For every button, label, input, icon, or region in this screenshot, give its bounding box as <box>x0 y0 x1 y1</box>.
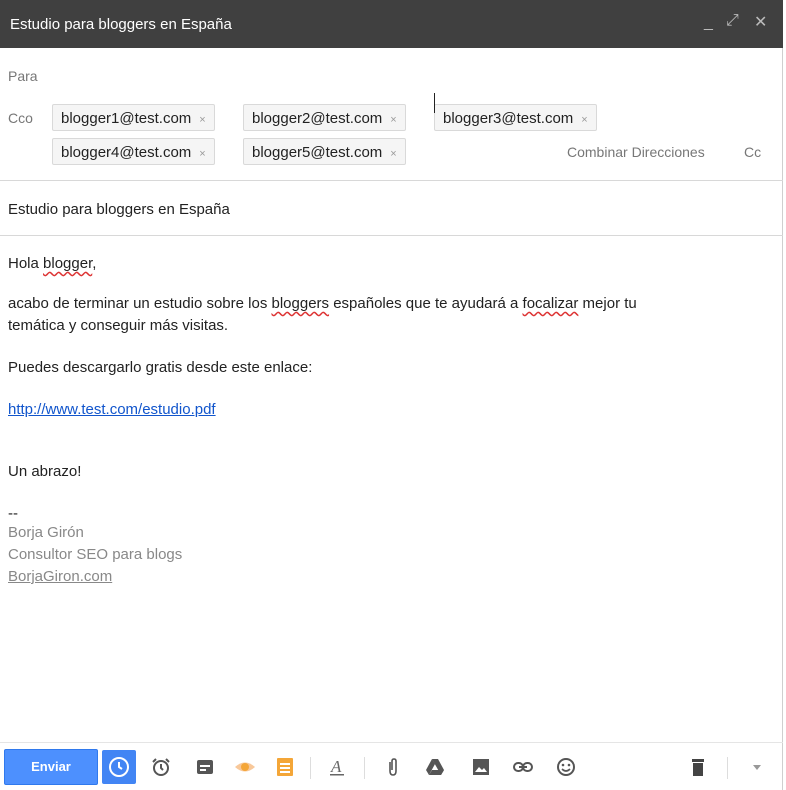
emoji-icon[interactable] <box>552 753 580 781</box>
remove-recipient-icon[interactable]: × <box>390 148 396 160</box>
closing-line: Un abrazo! <box>8 463 82 480</box>
recipient-chip[interactable]: blogger4@test.com × <box>52 138 215 165</box>
paragraph-line: temática y conseguir más visitas. <box>8 317 229 334</box>
remove-recipient-icon[interactable]: × <box>199 114 205 126</box>
recipient-email: blogger4@test.com <box>61 144 192 161</box>
misspelled-word: blogger <box>43 255 93 272</box>
recipient-chip[interactable]: blogger1@test.com × <box>52 104 215 131</box>
recipient-email: blogger1@test.com <box>61 110 192 127</box>
send-button[interactable]: Enviar <box>4 749 98 785</box>
subject-text: Estudio para bloggers en España <box>8 201 230 218</box>
toolbar-divider <box>364 757 365 779</box>
trash-icon[interactable] <box>684 753 712 781</box>
misspelled-word: bloggers <box>271 295 330 312</box>
remove-recipient-icon[interactable]: × <box>390 114 396 126</box>
signature-separator: -- <box>8 505 18 522</box>
subject-field[interactable]: Estudio para bloggers en España <box>0 181 783 236</box>
alarm-clock-icon[interactable] <box>147 753 175 781</box>
download-link[interactable]: http://www.test.com/estudio.pdf <box>8 400 216 420</box>
link-icon[interactable] <box>509 753 537 781</box>
bcc-label[interactable]: Cco <box>8 110 33 126</box>
signature-role: Consultor SEO para blogs <box>8 546 183 563</box>
recipient-email: blogger5@test.com <box>252 144 383 161</box>
close-icon[interactable]: ✕ <box>754 12 767 32</box>
compose-title: Estudio para bloggers en España <box>10 16 232 33</box>
recipient-chip[interactable]: blogger5@test.com × <box>243 138 406 165</box>
toolbar-divider <box>727 757 728 779</box>
recipients-area[interactable]: Para Cco blogger1@test.com × blogger2@tes… <box>0 48 783 181</box>
paragraph-line: Puedes descargarlo gratis desde este enl… <box>8 359 313 376</box>
toolbar-divider <box>310 757 311 779</box>
signature-site-link[interactable]: BorjaGiron.com <box>8 567 112 587</box>
text-cursor <box>434 93 435 113</box>
cc-link[interactable]: Cc <box>744 144 761 160</box>
check-circle-icon[interactable] <box>102 750 136 784</box>
template-icon[interactable] <box>191 753 219 781</box>
remove-recipient-icon[interactable]: × <box>581 114 587 126</box>
remove-recipient-icon[interactable]: × <box>199 148 205 160</box>
notes-icon[interactable] <box>271 753 299 781</box>
drive-icon[interactable] <box>421 753 449 781</box>
to-label[interactable]: Para <box>8 68 38 84</box>
svg-text:A: A <box>330 757 342 776</box>
compose-titlebar[interactable]: Estudio para bloggers en España _ ⤢ ✕ <box>0 0 783 48</box>
paragraph-line: acabo de terminar un estudio sobre los b… <box>8 295 637 312</box>
signature-name: Borja Girón <box>8 524 84 541</box>
expand-icon[interactable]: ⤢ <box>726 12 739 30</box>
attachment-icon[interactable] <box>379 753 407 781</box>
minimize-icon[interactable]: _ <box>704 14 713 32</box>
recipient-chip[interactable]: blogger3@test.com × <box>434 104 597 131</box>
compose-toolbar: Enviar A <box>0 742 783 790</box>
format-text-icon[interactable]: A <box>323 753 351 781</box>
eye-icon[interactable] <box>231 753 259 781</box>
compose-window: Estudio para bloggers en España _ ⤢ ✕ Pa… <box>0 0 783 790</box>
recipient-chip[interactable]: blogger2@test.com × <box>243 104 406 131</box>
greeting-line: Hola blogger, <box>8 255 97 272</box>
more-options-icon[interactable] <box>743 753 771 781</box>
image-icon[interactable] <box>467 753 495 781</box>
recipient-email: blogger2@test.com <box>252 110 383 127</box>
misspelled-word: focalizar <box>522 295 579 312</box>
combine-addresses-link[interactable]: Combinar Direcciones <box>567 144 705 160</box>
recipient-email: blogger3@test.com <box>443 110 574 127</box>
